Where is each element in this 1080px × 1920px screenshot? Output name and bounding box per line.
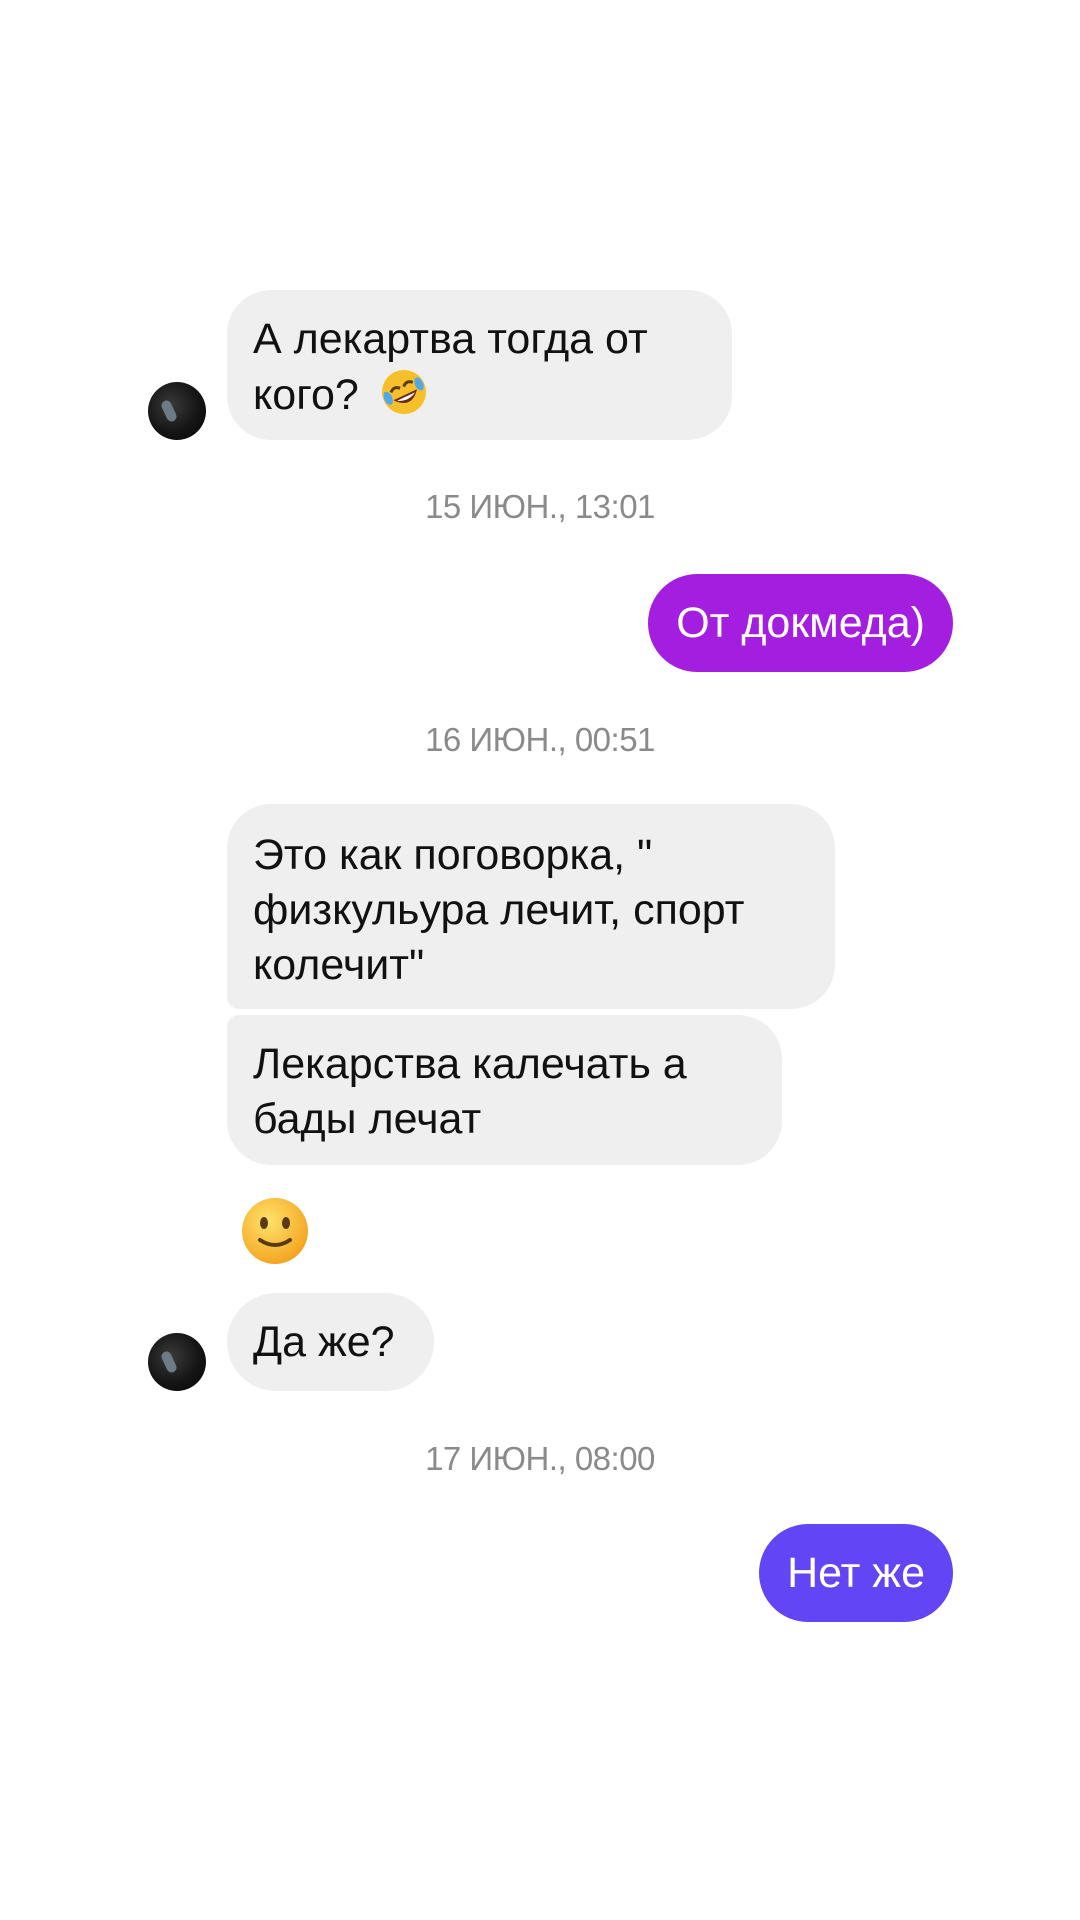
incoming-message[interactable]: А лекартва тогда от кого? <box>227 290 732 440</box>
message-text: А лекартва тогда от кого? <box>253 315 648 419</box>
avatar[interactable] <box>148 1333 206 1391</box>
avatar[interactable] <box>148 382 206 440</box>
message-timestamp: 17 ИЮН., 08:00 <box>425 1440 655 1477</box>
rolling-on-floor-laughing-icon <box>381 370 426 414</box>
chat-thread: А лекартва тогда от кого? 15 ИЮН., 13:01… <box>0 0 1080 1920</box>
message-text: Нет же <box>787 1549 925 1597</box>
outgoing-message[interactable]: От докмеда) <box>648 574 953 672</box>
incoming-message[interactable]: Да же? <box>227 1293 434 1391</box>
outgoing-message[interactable]: Нет же <box>759 1524 953 1622</box>
slightly-smiling-face-icon[interactable] <box>240 1196 310 1266</box>
message-timestamp: 15 ИЮН., 13:01 <box>425 488 655 525</box>
incoming-message[interactable]: Лекарства калечать а бады лечат <box>227 1015 782 1165</box>
message-text: Это как поговорка, " физкульура лечит, с… <box>253 831 745 989</box>
message-text: Да же? <box>253 1318 395 1366</box>
incoming-message[interactable]: Это как поговорка, " физкульура лечит, с… <box>227 804 835 1009</box>
message-timestamp: 16 ИЮН., 00:51 <box>425 721 655 758</box>
message-text: От докмеда) <box>676 599 925 647</box>
message-text: Лекарства калечать а бады лечат <box>253 1040 687 1143</box>
